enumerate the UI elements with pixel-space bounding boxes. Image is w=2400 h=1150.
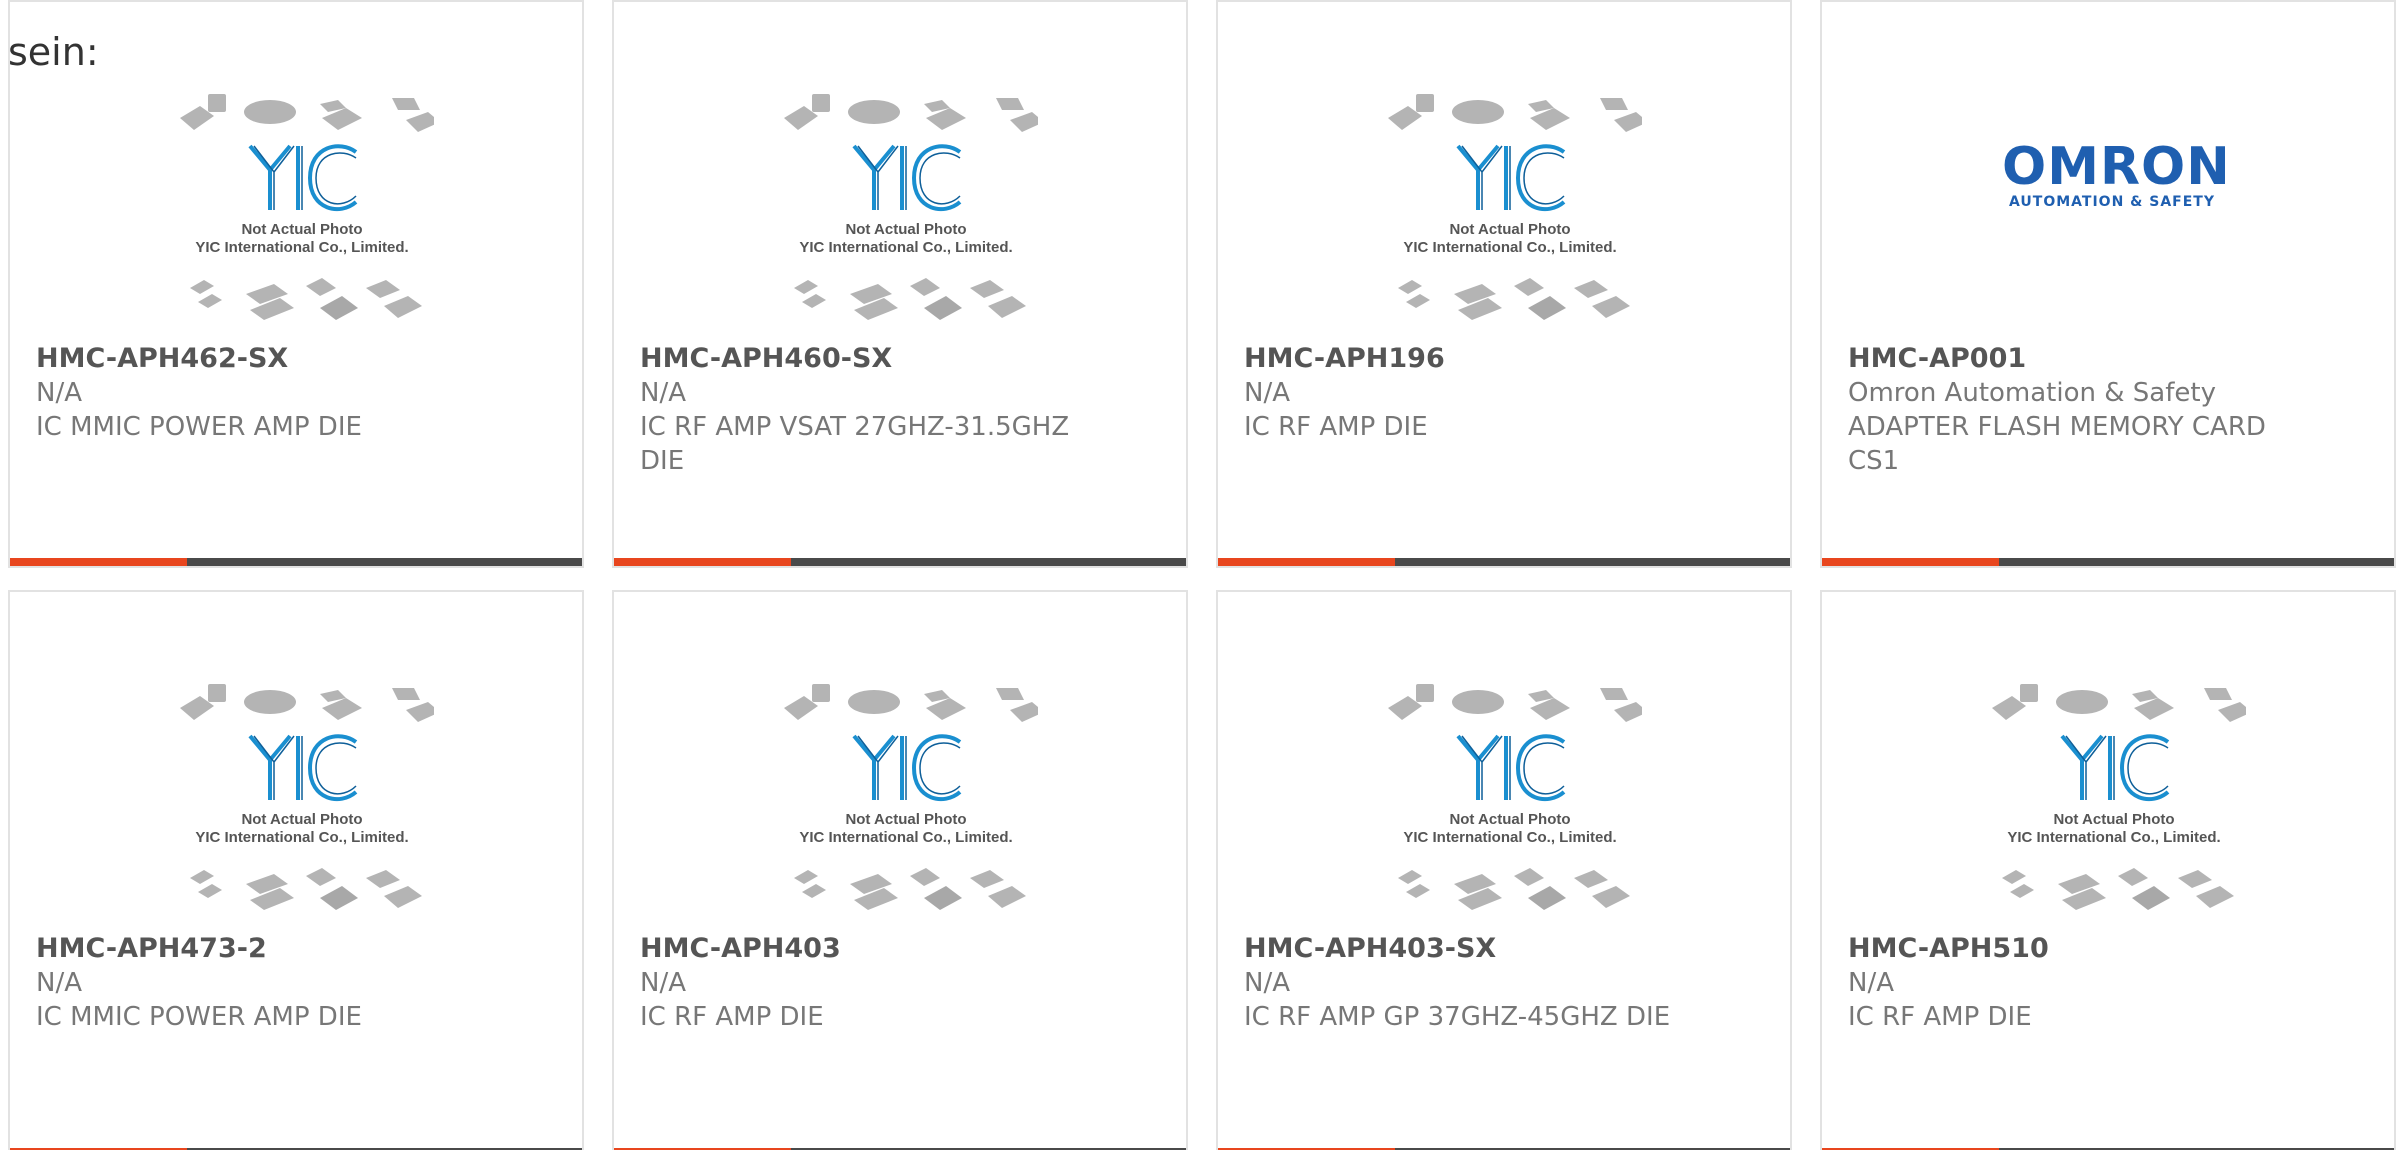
product-description: IC RF AMP GP 37GHZ-45GHZ DIE [1244,1002,1671,1032]
product-description: IC RF AMP DIE [1244,412,1428,442]
yic-logo-icon [852,144,962,212]
part-number-link[interactable]: HMC-APH460-SX [640,342,1160,376]
placeholder-caption-line1: Not Actual Photo [2053,811,2174,828]
product-info: HMC-APH403 N/A IC RF AMP DIE [640,932,1160,1034]
yic-logo-icon [248,144,358,212]
product-image[interactable]: Not Actual Photo YIC International Co., … [1218,680,1790,928]
part-number-link[interactable]: HMC-AP001 [1848,342,2368,376]
product-description: IC RF AMP DIE [1848,1002,2032,1032]
product-info: HMC-APH462-SX N/A IC MMIC POWER AMP DIE [36,342,556,444]
product-card[interactable]: Not Actual Photo YIC International Co., … [8,590,584,1150]
placeholder-caption-line1: Not Actual Photo [241,221,362,238]
manufacturer: N/A [1244,968,1290,998]
placeholder-caption-line1: Not Actual Photo [241,811,362,828]
yic-logo-icon [1456,734,1566,802]
card-bottom-bar [1822,558,2394,566]
part-number-link[interactable]: HMC-APH403 [640,932,1160,966]
placeholder-caption-line1: Not Actual Photo [1449,811,1570,828]
product-image[interactable]: Not Actual Photo YIC International Co., … [10,90,582,338]
part-number-link[interactable]: HMC-APH473-2 [36,932,556,966]
product-card[interactable]: Not Actual Photo YIC International Co., … [612,0,1188,568]
part-number-link[interactable]: HMC-APH462-SX [36,342,556,376]
placeholder-caption-line2: YIC International Co., Limited. [195,239,408,256]
product-image[interactable]: Not Actual Photo YIC International Co., … [1822,680,2394,928]
product-card[interactable]: Not Actual Photo YIC International Co., … [612,590,1188,1150]
not-actual-photo-image: Not Actual Photo YIC International Co., … [784,94,1038,320]
part-number-link[interactable]: HMC-APH510 [1848,932,2368,966]
placeholder-caption-line2: YIC International Co., Limited. [799,239,1012,256]
product-info: HMC-APH403-SX N/A IC RF AMP GP 37GHZ-45GHZ… [1244,932,1764,1034]
part-number-link[interactable]: HMC-APH196 [1244,342,1764,376]
card-bottom-bar [10,558,582,566]
product-description: IC MMIC POWER AMP DIE [36,412,362,442]
product-info: HMC-AP001 Omron Automation & Safety ADAPTE… [1848,342,2368,478]
manufacturer: N/A [36,968,82,998]
card-bottom-bar [614,558,1186,566]
product-description: IC RF AMP VSAT 27GHZ-31.5GHZ DIE [640,412,1070,476]
placeholder-caption-line1: Not Actual Photo [845,811,966,828]
omron-logo-tagline: AUTOMATION & SAFETY [2009,194,2215,210]
manufacturer: N/A [640,378,686,408]
product-info: HMC-APH510 N/A IC RF AMP DIE [1848,932,2368,1034]
product-card[interactable]: OMRON AUTOMATION & SAFETY HMC-AP001 Omron A… [1820,0,2396,568]
placeholder-caption-line2: YIC International Co., Limited. [1403,829,1616,846]
manufacturer: N/A [1848,968,1894,998]
card-accent-bar [10,558,188,566]
intro-text: sein: [8,30,99,74]
placeholder-caption-line1: Not Actual Photo [1449,221,1570,238]
product-image[interactable]: OMRON AUTOMATION & SAFETY [1822,90,2394,338]
not-actual-photo-image: Not Actual Photo YIC International Co., … [1388,684,1642,910]
placeholder-caption-line2: YIC International Co., Limited. [799,829,1012,846]
product-card[interactable]: Not Actual Photo YIC International Co., … [1216,590,1792,1150]
manufacturer: N/A [640,968,686,998]
yic-logo-icon [248,734,358,802]
product-card[interactable]: Not Actual Photo YIC International Co., … [8,0,584,568]
card-accent-bar [1218,558,1396,566]
not-actual-photo-image: Not Actual Photo YIC International Co., … [180,684,434,910]
page: sein: Not Actual Photo YIC International… [0,0,2400,1150]
product-image[interactable]: Not Actual Photo YIC International Co., … [10,680,582,928]
yic-logo-icon [2060,734,2170,802]
omron-logo-word: OMRON [2002,137,2231,197]
product-card[interactable]: Not Actual Photo YIC International Co., … [1216,0,1792,568]
product-image[interactable]: Not Actual Photo YIC International Co., … [614,90,1186,338]
card-accent-bar [614,558,792,566]
placeholder-caption-line2: YIC International Co., Limited. [1403,239,1616,256]
card-bottom-bar [1218,558,1790,566]
not-actual-photo-image: Not Actual Photo YIC International Co., … [784,684,1038,910]
part-number-link[interactable]: HMC-APH403-SX [1244,932,1764,966]
placeholder-caption-line2: YIC International Co., Limited. [195,829,408,846]
omron-logo: OMRON AUTOMATION & SAFETY [2002,137,2231,210]
not-actual-photo-image: Not Actual Photo YIC International Co., … [180,94,434,320]
product-image[interactable]: Not Actual Photo YIC International Co., … [1218,90,1790,338]
not-actual-photo-image: Not Actual Photo YIC International Co., … [1992,684,2246,910]
yic-logo-icon [1456,144,1566,212]
product-card[interactable]: Not Actual Photo YIC International Co., … [1820,590,2396,1150]
not-actual-photo-image: Not Actual Photo YIC International Co., … [1388,94,1642,320]
product-description: IC RF AMP DIE [640,1002,824,1032]
card-accent-bar [1822,558,2000,566]
manufacturer: N/A [1244,378,1290,408]
yic-logo-icon [852,734,962,802]
product-info: HMC-APH196 N/A IC RF AMP DIE [1244,342,1764,444]
product-description: ADAPTER FLASH MEMORY CARD CS1 [1848,412,2266,476]
product-description: IC MMIC POWER AMP DIE [36,1002,362,1032]
manufacturer: Omron Automation & Safety [1848,378,2216,408]
placeholder-caption-line1: Not Actual Photo [845,221,966,238]
placeholder-caption-line2: YIC International Co., Limited. [2007,829,2220,846]
product-info: HMC-APH460-SX N/A IC RF AMP VSAT 27GHZ-31.… [640,342,1160,478]
product-image[interactable]: Not Actual Photo YIC International Co., … [614,680,1186,928]
manufacturer: N/A [36,378,82,408]
product-info: HMC-APH473-2 N/A IC MMIC POWER AMP DIE [36,932,556,1034]
